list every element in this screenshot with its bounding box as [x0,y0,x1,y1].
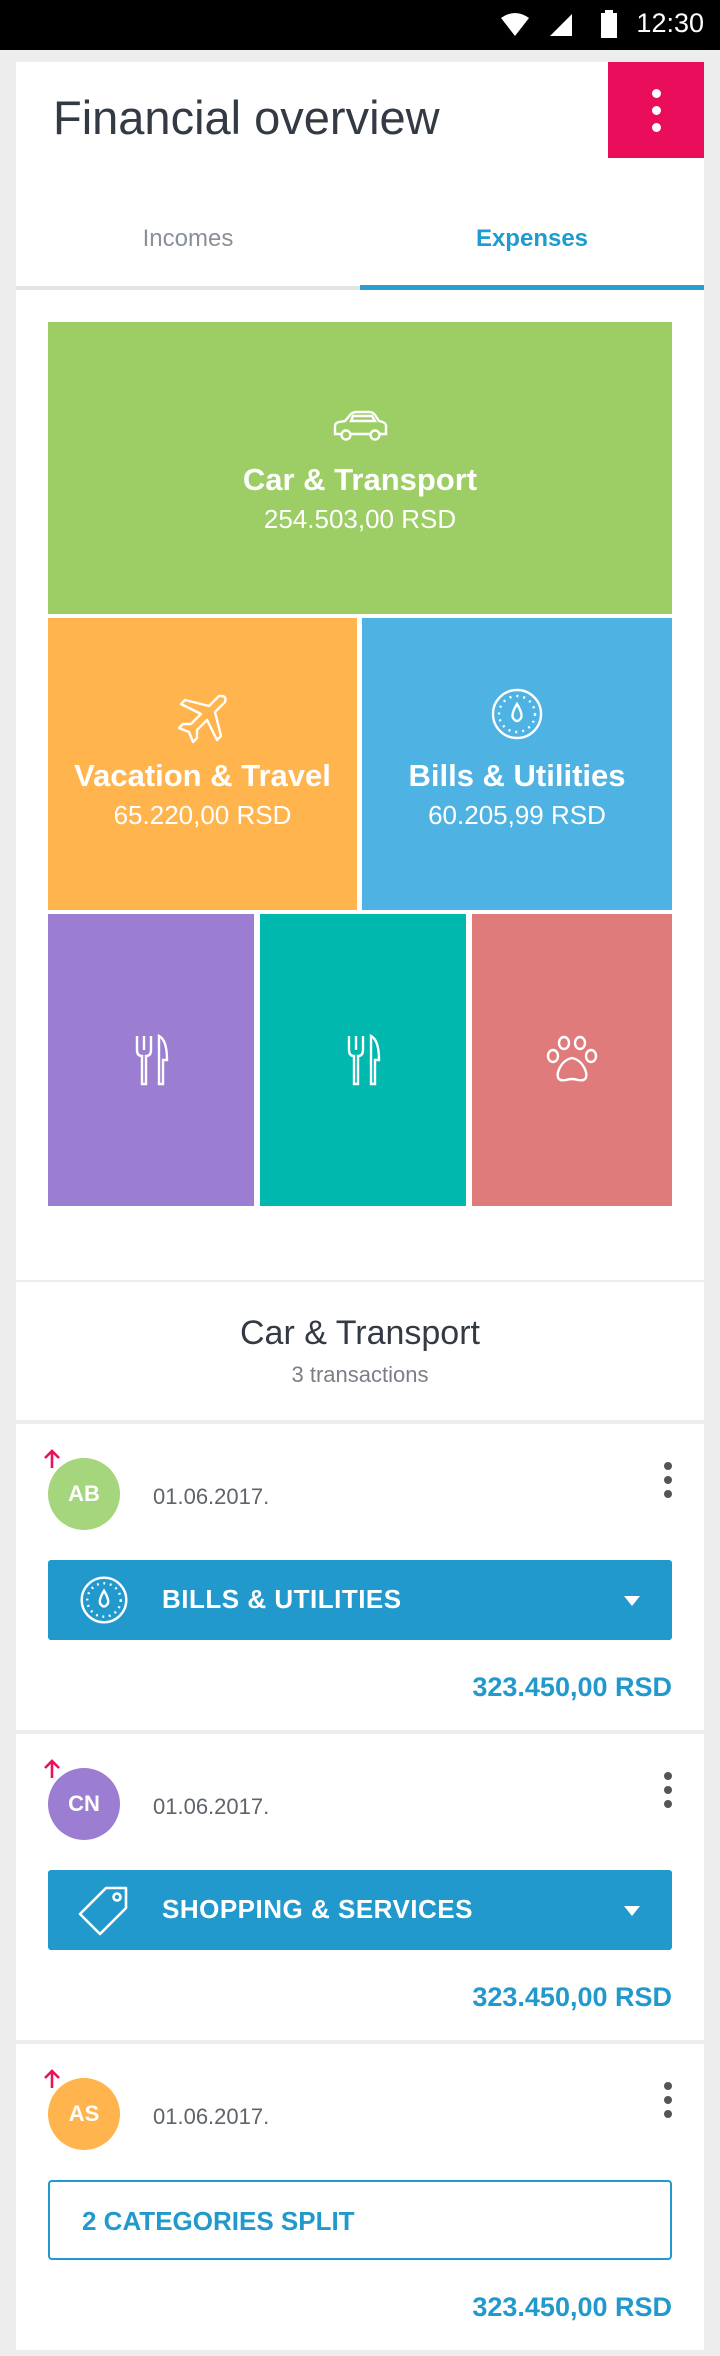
transaction-card: CN 01.06.2017. SHOPPING & SERVICES 323.4… [16,1734,704,2040]
transaction-amount: 323.450,00 RSD [472,1982,672,2012]
transaction-count: 3 transactions [291,1362,429,1387]
menu-dot-icon [651,88,661,98]
gauge-icon [491,688,543,740]
car-icon [333,410,388,441]
category-label: BILLS & UTILITIES [162,1584,402,1614]
tile-amount: 60.205,99 RSD [428,800,606,830]
expense-treemap: Car & Transport 254.503,00 RSD Vacation … [16,290,704,1280]
category-title: Car & Transport [240,1314,480,1352]
category-dropdown[interactable]: SHOPPING & SERVICES [48,1870,672,1950]
clock: 12:30 [636,8,704,38]
page-title: Financial overview [53,91,440,144]
tile-label: Bills & Utilities [408,758,626,793]
more-dot-icon [664,2096,672,2104]
tag-icon [78,1886,128,1936]
signal-icon [550,14,572,36]
airplane-icon [177,694,227,744]
tile-label: Vacation & Travel [74,758,331,793]
tile-vacation-travel[interactable]: Vacation & Travel 65.220,00 RSD [48,618,357,910]
more-dot-icon [664,1476,672,1484]
tile-food[interactable] [48,914,254,1206]
more-dot-icon [664,2082,672,2090]
transaction-date: 01.06.2017. [153,1794,270,1819]
more-dot-icon [664,1490,672,1498]
more-dot-icon [664,1800,672,1808]
gauge-icon [80,1576,128,1624]
more-dot-icon [664,1772,672,1780]
tab-expenses[interactable]: Expenses [360,217,704,290]
transaction-amount: 323.450,00 RSD [472,2292,672,2322]
fork-knife-icon [347,1034,381,1086]
fork-knife-icon [135,1034,169,1086]
more-dot-icon [664,1462,672,1470]
arrow-up-icon [44,2069,60,2088]
transaction-date: 01.06.2017. [153,1484,270,1509]
more-options-button[interactable] [662,1462,674,1498]
category-header: Car & Transport 3 transactions [16,1282,704,1420]
tile-car-transport[interactable]: Car & Transport 254.503,00 RSD [48,322,672,614]
transaction-date: 01.06.2017. [153,2104,270,2129]
overflow-menu-button[interactable] [608,62,704,158]
menu-dot-icon [651,122,661,132]
transaction-card: AS 01.06.2017. 2 CATEGORIES SPLIT 323.45… [16,2044,704,2350]
chevron-down-icon [624,1906,640,1916]
arrow-up-icon [44,1449,60,1468]
menu-dot-icon [651,105,661,115]
wifi-icon [501,13,529,36]
transaction-card: AB 01.06.2017. BILLS & UTILITIES 323.450… [16,1424,704,1730]
battery-icon [601,10,617,38]
category-dropdown[interactable]: BILLS & UTILITIES [48,1560,672,1640]
arrow-up-icon [44,1759,60,1778]
more-options-button[interactable] [662,2082,674,2118]
categories-split-button[interactable]: 2 CATEGORIES SPLIT [48,2180,672,2260]
split-label: 2 CATEGORIES SPLIT [82,2206,355,2236]
category-label: SHOPPING & SERVICES [162,1894,473,1924]
transaction-amount: 323.450,00 RSD [472,1672,672,1702]
more-dot-icon [664,2110,672,2118]
tile-food[interactable] [260,914,466,1206]
tile-label: Car & Transport [242,462,478,497]
paw-icon [546,1035,598,1082]
tile-amount: 254.503,00 RSD [263,504,457,534]
chevron-down-icon [624,1596,640,1606]
tile-bills-utilities[interactable]: Bills & Utilities 60.205,99 RSD [362,618,672,910]
tile-pets[interactable] [472,914,672,1206]
header-card: Financial overview Incomes Expenses [16,62,704,290]
tab-bar: Incomes Expenses [16,217,704,290]
more-options-button[interactable] [662,1772,674,1808]
tab-incomes[interactable]: Incomes [16,217,360,290]
more-dot-icon [664,1786,672,1794]
status-bar: 12:30 [0,0,720,50]
tile-amount: 65.220,00 RSD [113,800,292,830]
